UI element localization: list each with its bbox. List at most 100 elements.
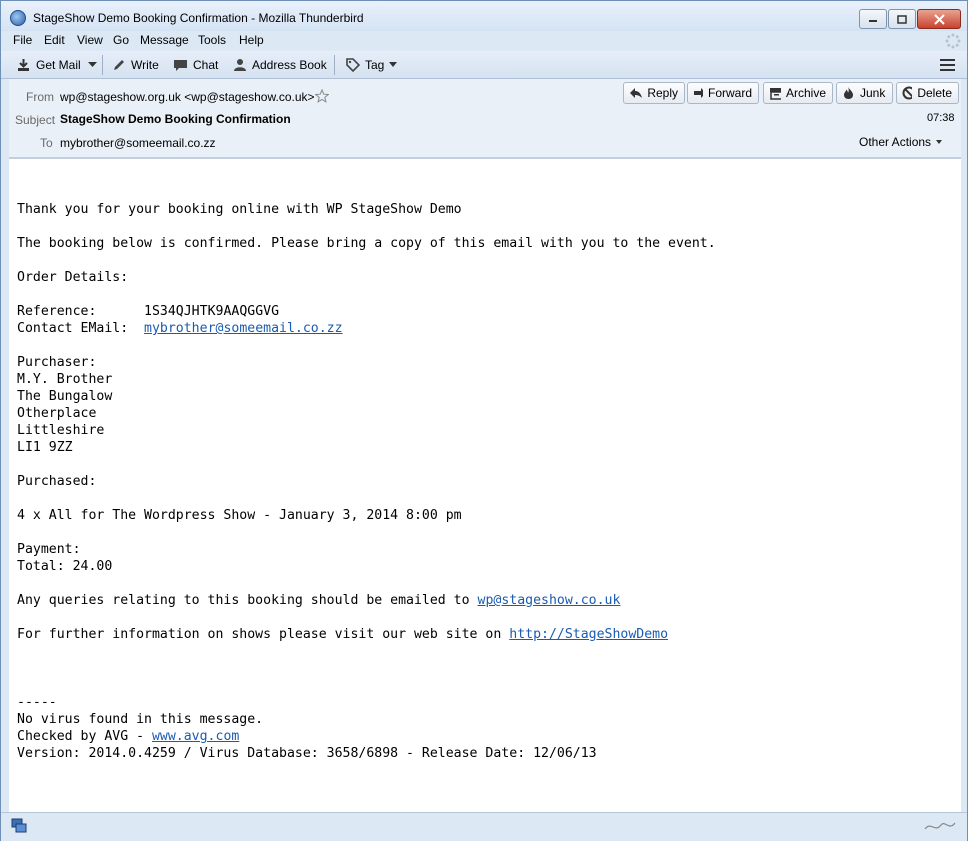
purchaser-address-line: Littleshire [17, 423, 105, 438]
purchased-heading: Purchased: [17, 474, 97, 489]
message-header: From wp@stageshow.org.uk <wp@stageshow.c… [9, 79, 961, 158]
junk-button[interactable]: Junk [836, 82, 893, 104]
menu-help[interactable]: Help [239, 33, 264, 47]
subject-value: StageShow Demo Booking Confirmation [60, 112, 291, 126]
menu-bar: File Edit View Go Message Tools Help [1, 31, 967, 51]
from-label: From [26, 90, 54, 104]
download-icon [18, 59, 29, 71]
contact-email-link[interactable]: mybrother@someemail.co.zz [144, 321, 343, 336]
contact-person-icon [234, 59, 246, 71]
from-value[interactable]: wp@stageshow.org.uk <wp@stageshow.co.uk> [60, 90, 315, 104]
chat-bubble-icon [174, 60, 187, 71]
purchaser-postcode: LI1 9ZZ [17, 440, 73, 455]
to-value[interactable]: mybrother@someemail.co.zz [60, 136, 216, 150]
chat-label: Chat [193, 58, 219, 72]
address-book-button[interactable]: Address Book [233, 55, 327, 75]
other-actions-button[interactable]: Other Actions [859, 135, 943, 149]
title-bar[interactable]: StageShow Demo Booking Confirmation - Mo… [1, 1, 967, 31]
purchaser-name: M.Y. Brother [17, 372, 113, 387]
purchased-item: 4 x All for The Wordpress Show - January… [17, 508, 462, 523]
menu-tools[interactable]: Tools [198, 33, 226, 47]
message-time: 07:38 [927, 112, 955, 124]
tag-icon [346, 58, 360, 72]
restore-icon [897, 14, 907, 24]
reply-arrow-icon [630, 88, 642, 98]
tag-button[interactable]: Tag [346, 55, 403, 75]
forward-button[interactable]: Forward [687, 82, 759, 104]
menu-view[interactable]: View [77, 33, 103, 47]
message-text: Thank you for your booking online with W… [17, 201, 716, 762]
menu-go[interactable]: Go [113, 33, 129, 47]
purchaser-address-line: Otherplace [17, 406, 97, 421]
signature-separator: ----- [17, 695, 57, 710]
window-controls [858, 9, 961, 29]
activity-throbber-icon [945, 33, 961, 49]
minimize-icon [869, 20, 877, 22]
chevron-down-icon [88, 62, 97, 67]
forward-arrow-icon [694, 88, 703, 98]
order-details-heading: Order Details: [17, 270, 129, 285]
status-bar [1, 812, 967, 841]
get-mail-button[interactable]: Get Mail [16, 55, 81, 75]
star-icon[interactable] [315, 89, 329, 103]
purchaser-heading: Purchaser: [17, 355, 97, 370]
chevron-down-icon [936, 139, 943, 144]
avg-link[interactable]: www.avg.com [152, 729, 239, 744]
hamburger-icon [940, 64, 955, 66]
archive-label: Archive [785, 86, 826, 100]
queries-text: Any queries relating to this booking sho… [17, 593, 478, 608]
virus-line: No virus found in this message. [17, 712, 264, 727]
payment-heading: Payment: [17, 542, 81, 557]
close-button[interactable] [917, 9, 961, 29]
write-button[interactable]: Write [112, 55, 159, 75]
minimize-button[interactable] [859, 9, 887, 29]
junk-label: Junk [860, 86, 886, 100]
forward-label: Forward [707, 86, 752, 100]
address-book-label: Address Book [252, 58, 327, 72]
reply-label: Reply [647, 86, 678, 100]
checked-by-text: Checked by AVG - [17, 729, 152, 744]
other-actions-label: Other Actions [859, 135, 932, 149]
subject-label: Subject [15, 113, 56, 127]
close-icon [933, 13, 945, 25]
contact-email-label: Contact EMail: [17, 321, 145, 336]
delete-circle-icon [902, 86, 913, 100]
delete-label: Delete [917, 86, 952, 100]
get-mail-dropdown[interactable] [88, 55, 102, 75]
hamburger-icon [940, 69, 955, 71]
menu-file[interactable]: File [13, 33, 32, 47]
thunderbird-logo-icon [10, 10, 26, 26]
chat-button[interactable]: Chat [173, 55, 218, 75]
thunderbird-window: StageShow Demo Booking Confirmation - Mo… [0, 0, 968, 841]
archive-box-icon [770, 87, 781, 100]
version-line: Version: 2014.0.4259 / Virus Database: 3… [17, 746, 597, 761]
chevron-down-icon [389, 62, 398, 67]
website-link[interactable]: http://StageShowDemo [509, 627, 668, 642]
menu-message[interactable]: Message [140, 33, 189, 47]
payment-total: Total: 24.00 [17, 559, 113, 574]
archive-button[interactable]: Archive [763, 82, 833, 104]
resize-grip-icon[interactable] [921, 817, 961, 835]
network-status-icon[interactable] [11, 818, 27, 834]
queries-email-link[interactable]: wp@stageshow.co.uk [478, 593, 621, 608]
menu-edit[interactable]: Edit [44, 33, 65, 47]
toolbar-separator [102, 55, 103, 75]
hamburger-icon [940, 59, 955, 61]
confirmed-line: The booking below is confirmed. Please b… [17, 236, 716, 251]
restore-button[interactable] [888, 9, 916, 29]
app-menu-button[interactable] [940, 59, 955, 71]
reference-value: 1S34QJHTK9AAQGGVG [144, 304, 280, 319]
reply-button[interactable]: Reply [623, 82, 685, 104]
main-toolbar: Get Mail Write Chat Address Book Tag [1, 51, 967, 79]
tag-label: Tag [365, 58, 385, 72]
to-label: To [40, 136, 53, 150]
junk-flame-icon [844, 87, 853, 99]
reference-label: Reference: [17, 304, 145, 319]
get-mail-label: Get Mail [36, 58, 81, 72]
info-text: For further information on shows please … [17, 627, 510, 642]
message-body: Thank you for your booking online with W… [9, 158, 961, 813]
window-title: StageShow Demo Booking Confirmation - Mo… [33, 11, 364, 25]
write-label: Write [131, 58, 159, 72]
delete-button[interactable]: Delete [896, 82, 959, 104]
pencil-icon [114, 60, 124, 70]
